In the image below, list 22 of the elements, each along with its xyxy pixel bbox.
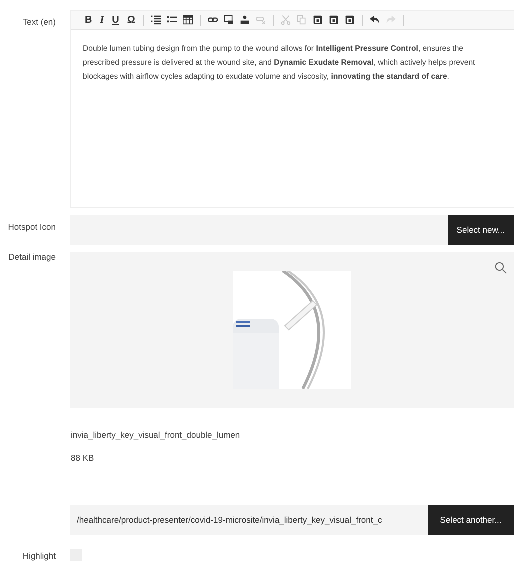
field-label: Hotspot Icon [7, 222, 56, 232]
paste-icon[interactable] [329, 15, 340, 25]
paste-icon[interactable] [345, 15, 356, 25]
search-icon[interactable] [495, 262, 507, 274]
numbered-list-icon[interactable] [151, 15, 162, 25]
table-icon[interactable] [183, 15, 194, 25]
select-button[interactable]: Select another... [428, 505, 514, 535]
path-field[interactable]: /healthcare/product-presenter/covid-19-microsite/invia_liberty_key_visual_front_c [70, 505, 428, 535]
field-label: Highlight [22, 551, 56, 561]
format-button[interactable]: I [96, 14, 108, 26]
field-label: Detail image [8, 252, 56, 262]
format-button[interactable]: U [108, 14, 124, 26]
file-size: 88 KB [71, 453, 96, 463]
bullet-list-icon[interactable] [167, 15, 178, 25]
undo-icon[interactable] [370, 15, 380, 25]
format-button[interactable]: Ω [123, 14, 140, 26]
link-icon[interactable] [208, 15, 218, 25]
field-label: Text (en) [22, 17, 56, 27]
format-button[interactable]: B [81, 14, 96, 26]
file-name: invia_liberty_key_visual_front_double_lumen [71, 430, 242, 440]
paste-icon[interactable] [313, 15, 324, 25]
select-button[interactable]: Select new... [448, 215, 514, 245]
